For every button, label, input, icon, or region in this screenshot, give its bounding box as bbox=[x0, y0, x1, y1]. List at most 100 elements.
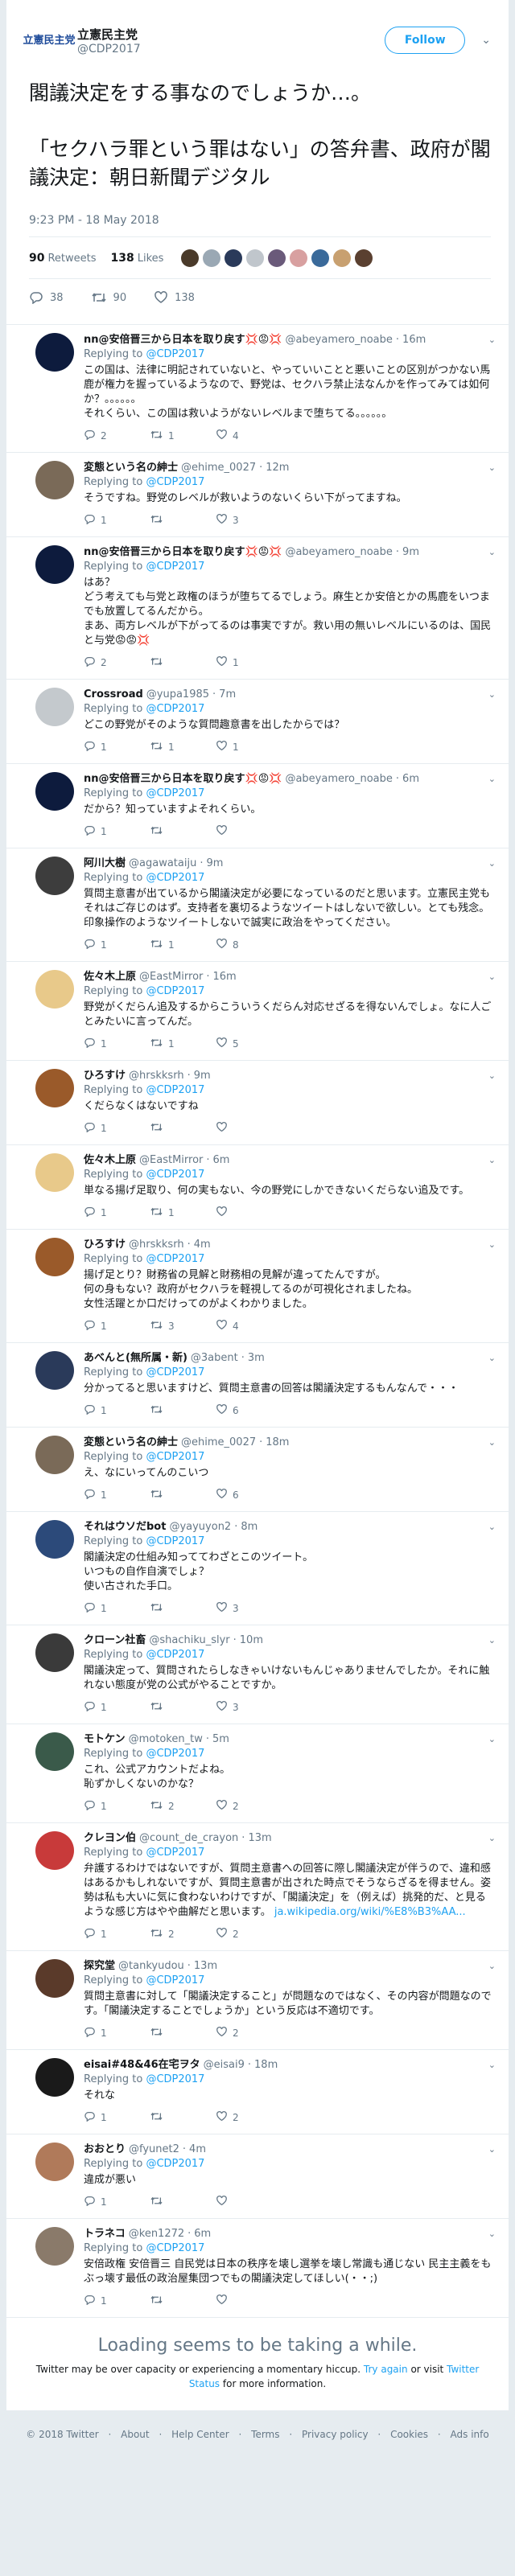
reply-tweet[interactable]: あべんと(無所属・新) @3abent · 3m ⌄ Replying to @CDP20… bbox=[6, 1343, 509, 1428]
avatar[interactable] bbox=[35, 772, 74, 811]
avatar[interactable] bbox=[35, 1069, 74, 1107]
reply-timestamp[interactable]: 9m bbox=[194, 1069, 211, 1083]
chevron-down-icon[interactable]: ⌄ bbox=[488, 772, 496, 787]
replying-to-handle[interactable]: @CDP2017 bbox=[146, 2073, 204, 2085]
retweet-action[interactable]: 1 bbox=[150, 1037, 216, 1050]
reply-author-name[interactable]: クローン社畜 bbox=[84, 1633, 146, 1648]
reply-author-handle[interactable]: @motoken_tw bbox=[129, 1732, 203, 1747]
retweet-action[interactable] bbox=[150, 514, 216, 527]
reply-tweet[interactable]: モトケン @motoken_tw · 5m ⌄ Replying to @CDP2017 こ… bbox=[6, 1724, 509, 1823]
avatar[interactable] bbox=[35, 2058, 74, 2097]
reply-timestamp[interactable]: 18m bbox=[266, 1436, 289, 1450]
reply-tweet[interactable]: クレヨン伯 @count_de_crayon · 13m ⌄ Replying to @C… bbox=[6, 1823, 509, 1951]
reply-author-name[interactable]: 変態という名の紳士 bbox=[84, 461, 178, 475]
reply-timestamp[interactable]: 13m bbox=[194, 1959, 217, 1974]
like-action[interactable]: 1 bbox=[216, 656, 282, 669]
reply-author-handle[interactable]: @hrskksrh bbox=[129, 1238, 184, 1252]
reply-author-name[interactable]: nn@安倍晋三から日本を取り戻す💢😡💢 bbox=[84, 333, 282, 347]
reply-action[interactable]: 1 bbox=[84, 825, 150, 838]
reply-tweet[interactable]: 探究堂 @tankyudou · 13m ⌄ Replying to @CDP2017 質問… bbox=[6, 1951, 509, 2050]
chevron-down-icon[interactable]: ⌄ bbox=[488, 857, 496, 871]
replying-to-handle[interactable]: @CDP2017 bbox=[146, 787, 204, 799]
like-action[interactable]: 3 bbox=[216, 1701, 282, 1714]
avatar[interactable] bbox=[35, 688, 74, 726]
retweet-action[interactable] bbox=[150, 1602, 216, 1615]
replying-to-handle[interactable]: @CDP2017 bbox=[146, 1084, 204, 1096]
reply-timestamp[interactable]: 6m bbox=[213, 1153, 230, 1168]
reply-author-handle[interactable]: @ehime_0027 bbox=[181, 461, 256, 475]
retweet-action[interactable]: 1 bbox=[150, 939, 216, 951]
reply-author-name[interactable]: nn@安倍晋三から日本を取り戻す💢😡💢 bbox=[84, 772, 282, 787]
reply-action[interactable]: 1 bbox=[84, 1320, 150, 1333]
retweet-action[interactable]: 2 bbox=[150, 1800, 216, 1813]
reply-tweet[interactable]: 変態という名の紳士 @ehime_0027 · 18m ⌄ Replying to @CD… bbox=[6, 1428, 509, 1512]
reply-author-handle[interactable]: @agawataiju bbox=[129, 857, 196, 871]
retweet-action[interactable] bbox=[150, 2196, 216, 2208]
like-action[interactable]: 2 bbox=[216, 1800, 282, 1813]
reply-author-handle[interactable]: @EastMirror bbox=[139, 1153, 203, 1168]
like-action[interactable]: 3 bbox=[216, 514, 282, 527]
reply-tweet[interactable]: クローン社畜 @shachiku_slyr · 10m ⌄ Replying to @CD… bbox=[6, 1625, 509, 1724]
footer-link-ads-info[interactable]: Ads info bbox=[451, 2429, 489, 2440]
retweet-action[interactable] bbox=[150, 1489, 216, 1502]
like-action[interactable]: 2 bbox=[216, 2027, 282, 2040]
retweet-action[interactable] bbox=[150, 1122, 216, 1135]
account-handle[interactable]: @CDP2017 bbox=[77, 43, 385, 55]
chevron-down-icon[interactable]: ⌄ bbox=[488, 1633, 496, 1648]
reply-author-handle[interactable]: @ken1272 bbox=[129, 2227, 184, 2241]
replying-to-handle[interactable]: @CDP2017 bbox=[146, 1169, 204, 1181]
like-action[interactable]: 6 bbox=[216, 1404, 282, 1417]
chevron-down-icon[interactable]: ⌄ bbox=[488, 1520, 496, 1535]
replying-to-handle[interactable]: @CDP2017 bbox=[146, 1974, 204, 1986]
chevron-down-icon[interactable]: ⌄ bbox=[488, 688, 496, 702]
reply-action[interactable]: 1 bbox=[84, 1800, 150, 1813]
reply-action[interactable]: 1 bbox=[84, 2111, 150, 2124]
chevron-down-icon[interactable]: ⌄ bbox=[488, 1153, 496, 1168]
reply-author-handle[interactable]: @ehime_0027 bbox=[181, 1436, 256, 1450]
reply-author-name[interactable]: ひろすけ bbox=[84, 1069, 126, 1083]
likes-stat[interactable]: 138 Likes bbox=[111, 252, 164, 265]
reply-author-name[interactable]: 変態という名の紳士 bbox=[84, 1436, 178, 1450]
liker-avatar[interactable] bbox=[290, 249, 308, 267]
reply-timestamp[interactable]: 10m bbox=[240, 1633, 263, 1648]
reply-action[interactable]: 1 bbox=[84, 1489, 150, 1502]
reply-author-name[interactable]: 佐々木上原 bbox=[84, 1153, 136, 1168]
chevron-down-icon[interactable]: ⌄ bbox=[488, 1436, 496, 1450]
reply-action[interactable]: 1 bbox=[84, 741, 150, 754]
like-action[interactable] bbox=[216, 825, 282, 838]
like-action[interactable]: 2 bbox=[216, 2111, 282, 2124]
reply-author-name[interactable]: あべんと(無所属・新) bbox=[84, 1351, 187, 1366]
chevron-down-icon[interactable]: ⌄ bbox=[481, 34, 491, 47]
liker-avatar[interactable] bbox=[203, 249, 221, 267]
avatar[interactable] bbox=[35, 1153, 74, 1192]
chevron-down-icon[interactable]: ⌄ bbox=[488, 2058, 496, 2073]
reply-author-handle[interactable]: @eisai9 bbox=[204, 2058, 245, 2073]
reply-tweet[interactable]: それはウソだbot @yayuyon2 · 8m ⌄ Replying to @CDP20… bbox=[6, 1512, 509, 1625]
like-action[interactable]: 3 bbox=[216, 1602, 282, 1615]
reply-action[interactable]: 1 bbox=[84, 514, 150, 527]
like-action[interactable]: 1 bbox=[216, 741, 282, 754]
retweet-action[interactable] bbox=[150, 656, 216, 669]
avatar[interactable] bbox=[35, 2143, 74, 2181]
replying-to-handle[interactable]: @CDP2017 bbox=[146, 1649, 204, 1661]
reply-author-name[interactable]: おおとり bbox=[84, 2143, 126, 2157]
reply-tweet[interactable]: Crossroad @yupa1985 · 7m ⌄ Replying to @CDP20… bbox=[6, 680, 509, 764]
reply-action[interactable]: 1 bbox=[84, 1206, 150, 1219]
reply-author-handle[interactable]: @yayuyon2 bbox=[169, 1520, 231, 1535]
reply-author-handle[interactable]: @shachiku_slyr bbox=[149, 1633, 229, 1648]
reply-action[interactable]: 1 bbox=[84, 1602, 150, 1615]
reply-author-handle[interactable]: @abeyamero_noabe bbox=[285, 772, 392, 787]
reply-author-name[interactable]: 探究堂 bbox=[84, 1959, 115, 1974]
reply-author-name[interactable]: eisai#48&46在宅ヲタ bbox=[84, 2058, 200, 2073]
reply-action[interactable]: 1 bbox=[84, 939, 150, 951]
avatar[interactable] bbox=[35, 1959, 74, 1998]
reply-author-name[interactable]: ひろすけ bbox=[84, 1238, 126, 1252]
avatar[interactable] bbox=[35, 1520, 74, 1559]
replying-to-handle[interactable]: @CDP2017 bbox=[146, 1451, 204, 1463]
reply-tweet[interactable]: nn@安倍晋三から日本を取り戻す💢😡💢 @abeyamero_noabe · 6m ⌄ R… bbox=[6, 764, 509, 848]
reply-author-name[interactable]: Crossroad bbox=[84, 688, 143, 702]
chevron-down-icon[interactable]: ⌄ bbox=[488, 1959, 496, 1974]
replying-to-handle[interactable]: @CDP2017 bbox=[146, 2158, 204, 2170]
reply-author-handle[interactable]: @tankyudou bbox=[118, 1959, 184, 1974]
avatar[interactable] bbox=[35, 1238, 74, 1276]
